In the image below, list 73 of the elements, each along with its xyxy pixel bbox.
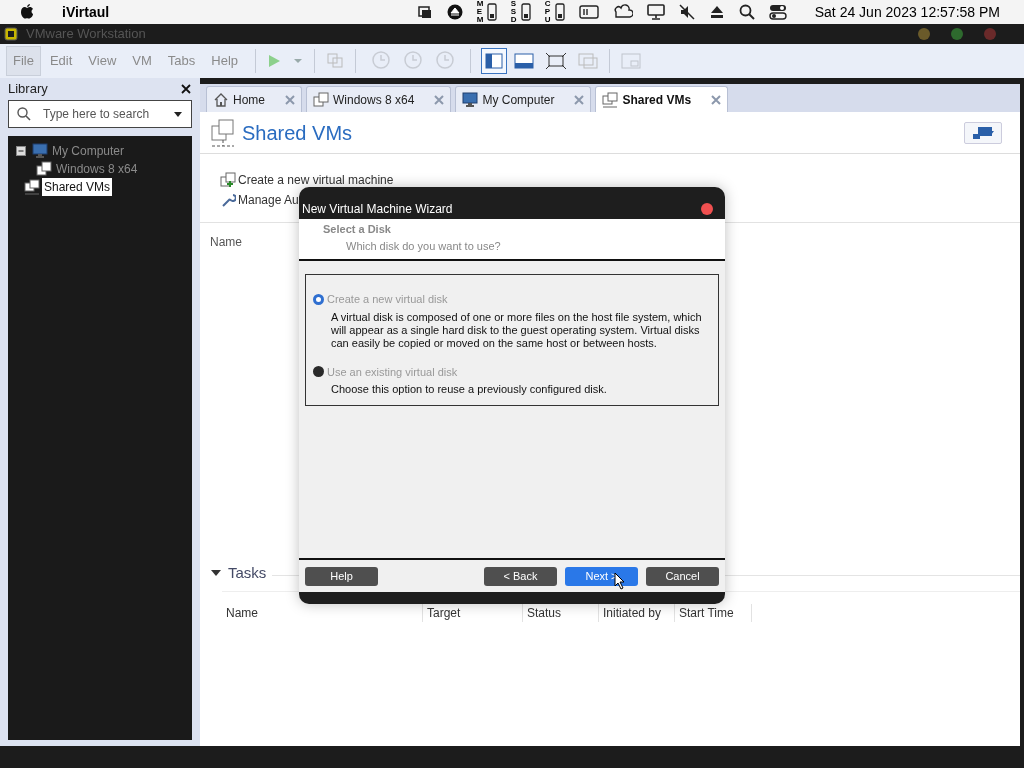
tab-label: Windows 8 x64 — [333, 91, 415, 109]
computer-icon — [32, 143, 48, 159]
page-title: Shared VMs — [242, 120, 354, 146]
zoom-button[interactable] — [951, 28, 963, 40]
meter-label: SSD — [510, 0, 517, 24]
radio-label: Create a new virtual disk — [327, 292, 448, 307]
caret-icon — [173, 109, 183, 119]
dialog-button[interactable]: < Back — [484, 566, 557, 586]
tab[interactable]: My Computer — [455, 86, 592, 112]
mute-icon[interactable] — [678, 4, 695, 20]
action-link[interactable]: Manage Au — [238, 191, 299, 209]
column-header: Name — [225, 604, 259, 622]
new-vm-icon — [220, 172, 236, 188]
minimize-button[interactable] — [918, 28, 930, 40]
windows-icon[interactable] — [416, 4, 433, 20]
apple-icon[interactable] — [20, 4, 34, 20]
tab-label: Home — [233, 91, 265, 109]
option-description: Choose this option to reuse a previously configured disk. — [330, 383, 608, 396]
tab[interactable]: Shared VMs — [595, 86, 729, 112]
tab-label: Shared VMs — [622, 91, 692, 109]
library-toggle-button[interactable] — [481, 48, 508, 74]
battery-icon[interactable] — [578, 4, 599, 20]
home-icon — [213, 91, 229, 108]
sidebar-icon — [485, 53, 504, 69]
computer-icon — [462, 91, 479, 108]
option-description: A virtual disk is composed of one or more files on the host file system, which will appear as a single hard disk to the guest operating system. Virtual disks can easily be copied or moved on the same host or between hosts. — [330, 310, 702, 350]
tab[interactable]: Windows 8 x64 — [306, 86, 452, 112]
meter-icon[interactable] — [554, 3, 565, 21]
dialog-button[interactable]: Cancel — [646, 566, 719, 586]
shared-vms-icon — [24, 179, 40, 195]
dialog-title: New Virtual Machine Wizard — [302, 201, 454, 218]
action-link[interactable]: Create a new virtual machine — [238, 171, 394, 189]
section-title: Tasks — [228, 563, 267, 583]
dialog-subheading: Which disk do you want to use? — [345, 238, 502, 254]
search-icon — [17, 107, 31, 121]
app-icon — [4, 27, 18, 41]
search-icon[interactable] — [738, 4, 755, 20]
search-field[interactable]: Type here to search — [43, 105, 161, 123]
full-screen-icon[interactable] — [545, 52, 568, 70]
vm-icon — [313, 91, 329, 108]
meter-icon[interactable] — [486, 3, 497, 21]
meter-label: MEM — [476, 0, 483, 24]
tree-item[interactable]: Shared VMs — [42, 178, 113, 196]
cloud-icon[interactable] — [612, 4, 633, 20]
cursor-icon — [614, 571, 626, 590]
thumbnail-bar-icon[interactable] — [513, 52, 536, 70]
dialog-heading: Select a Disk — [323, 222, 392, 237]
shared-vms-icon — [602, 91, 619, 108]
meter-icon[interactable] — [520, 3, 531, 21]
vm-icon — [36, 161, 52, 177]
eject-icon[interactable] — [708, 4, 725, 20]
clock-text: Sat 24 Jun 2023 12:57:58 PM — [814, 2, 1000, 22]
column-header: Name — [210, 235, 242, 249]
radio-button[interactable] — [313, 293, 324, 305]
app-name[interactable]: iVirtaul — [62, 1, 110, 23]
search-box[interactable]: Type here to search — [8, 100, 192, 128]
close-icon[interactable] — [180, 83, 192, 95]
view-button[interactable] — [964, 121, 1002, 144]
close-button[interactable] — [701, 203, 713, 215]
dialog-button[interactable]: Help — [305, 566, 378, 586]
window-title: VMware Workstation — [26, 25, 146, 44]
tab-label: My Computer — [482, 91, 555, 109]
tab[interactable]: Home — [206, 86, 302, 112]
display-icon — [972, 125, 994, 140]
radio-label: Use an existing virtual disk — [327, 364, 458, 380]
control-center-icon[interactable] — [768, 4, 787, 20]
display-icon[interactable] — [646, 4, 665, 20]
library-title: Library — [8, 80, 48, 99]
meter-label: CPU — [544, 0, 551, 24]
radio-button[interactable] — [313, 366, 324, 378]
tree-item[interactable]: Windows 8 x64 — [54, 160, 140, 178]
tree-item[interactable]: My Computer — [50, 142, 127, 160]
eject-circle-icon[interactable] — [446, 4, 463, 20]
